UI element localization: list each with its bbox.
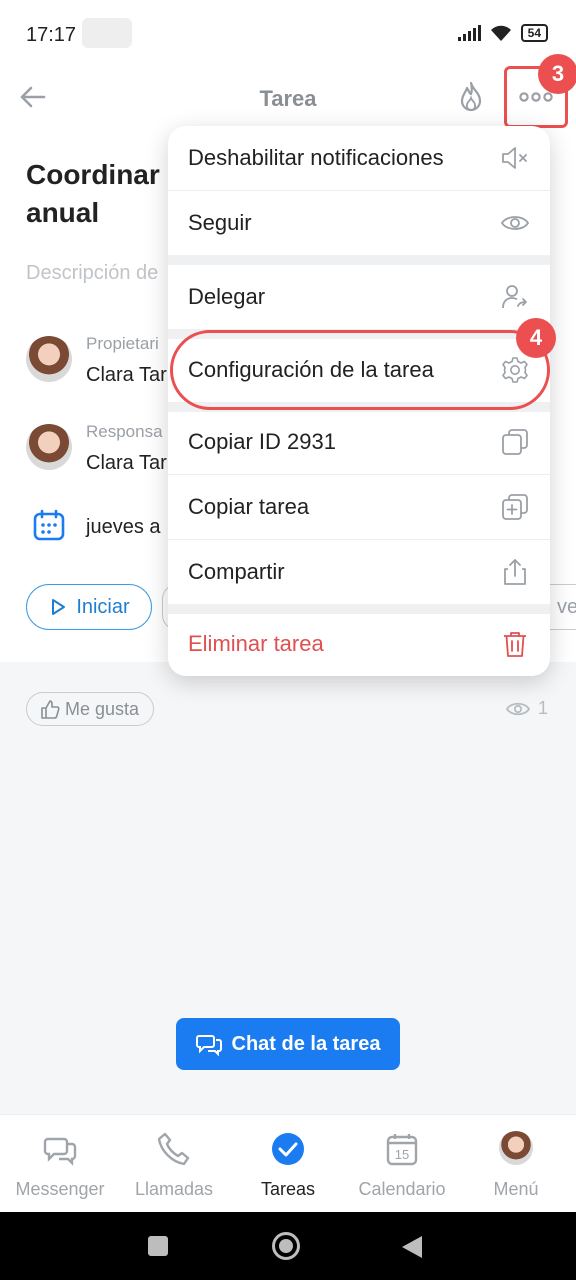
nav-calendar[interactable]: 15 Calendario	[344, 1115, 460, 1213]
status-icons: 54	[457, 24, 548, 42]
step-badge-3: 3	[538, 54, 576, 94]
start-label: Iniciar	[76, 595, 130, 618]
task-title-line2: anual	[26, 197, 100, 228]
messenger-icon	[43, 1137, 77, 1166]
eye-icon	[500, 216, 530, 230]
bottom-nav: Messenger Llamadas Tareas 15 Calendario …	[0, 1114, 576, 1212]
menu-label: Copiar ID 2931	[188, 429, 336, 454]
nav-menu[interactable]: Menú	[458, 1115, 574, 1213]
chat-icon	[195, 1035, 222, 1056]
menu-item-follow[interactable]: Seguir	[168, 191, 550, 255]
status-bar: 17:17 54	[0, 0, 576, 66]
signal-icon	[457, 25, 481, 41]
phone-icon	[157, 1132, 190, 1166]
owner-role: Propietari	[86, 334, 159, 353]
page-title: Tarea	[259, 86, 317, 111]
menu-label: Eliminar tarea	[188, 631, 324, 656]
nav-calendar-label: Calendario	[358, 1179, 446, 1199]
menu-label: Seguir	[188, 210, 252, 235]
app-header: Tarea	[0, 66, 576, 130]
copy-icon	[502, 429, 528, 455]
calendar-icon	[33, 509, 65, 541]
nav-messenger[interactable]: Messenger	[2, 1115, 118, 1213]
play-icon	[52, 599, 66, 615]
menu-label: Compartir	[188, 559, 285, 584]
share-icon	[504, 559, 526, 585]
calendar-nav-icon: 15	[386, 1134, 418, 1166]
system-nav-bar	[0, 1212, 576, 1280]
avatar	[499, 1131, 533, 1165]
menu-label: Deshabilitar notificaciones	[188, 145, 444, 170]
task-title[interactable]: Coordinar l anual	[26, 156, 175, 232]
views-number: 1	[537, 698, 548, 718]
task-title-line1: Coordinar l	[26, 159, 176, 190]
task-description-placeholder[interactable]: Descripción de	[26, 262, 158, 285]
more-dots-icon	[519, 92, 553, 102]
wifi-icon	[490, 25, 511, 41]
menu-item-share[interactable]: Compartir	[168, 540, 550, 604]
deadline-text[interactable]: jueves a	[86, 516, 161, 539]
highlight-ring	[170, 330, 550, 410]
menu-item-delete-task[interactable]: Eliminar tarea	[168, 612, 550, 676]
mute-icon	[502, 147, 527, 169]
responsible-role: Responsa	[86, 422, 163, 441]
system-back-button[interactable]	[402, 1236, 422, 1258]
menu-item-copy-task[interactable]: Copiar tarea	[168, 475, 550, 539]
menu-label: Copiar tarea	[188, 494, 310, 519]
battery-icon: 54	[520, 24, 548, 42]
owner-name: Clara Tar	[86, 364, 167, 386]
task-chat-label: Chat de la tarea	[231, 1032, 381, 1055]
nav-menu-label: Menú	[493, 1179, 539, 1199]
home-button[interactable]	[272, 1232, 300, 1260]
menu-gap	[168, 255, 550, 265]
nav-calls[interactable]: Llamadas	[116, 1115, 232, 1213]
thumbs-up-icon	[41, 700, 60, 719]
menu-item-copy-id[interactable]: Copiar ID 2931	[168, 410, 550, 474]
responsible-name: Clara Tar	[86, 452, 167, 474]
nav-calls-label: Llamadas	[134, 1179, 214, 1199]
delegate-user-icon	[502, 285, 527, 309]
copy-add-icon	[502, 494, 528, 520]
nav-tasks-label: Tareas	[260, 1179, 316, 1199]
start-button[interactable]: Iniciar	[26, 584, 152, 630]
task-chat-button[interactable]: Chat de la tarea	[176, 1018, 400, 1070]
eye-icon	[505, 702, 530, 715]
menu-item-disable-notifications[interactable]: Deshabilitar notificaciones	[168, 126, 550, 190]
status-blurred-area	[82, 18, 132, 48]
fire-icon[interactable]	[456, 80, 486, 114]
like-label: Me gusta	[65, 698, 140, 719]
recent-apps-button[interactable]	[148, 1236, 168, 1256]
avatar	[26, 424, 72, 470]
views-count: 1	[505, 698, 548, 719]
menu-item-delegate[interactable]: Delegar	[168, 265, 550, 329]
tasks-check-icon	[272, 1133, 304, 1165]
nav-tasks[interactable]: Tareas	[230, 1115, 346, 1213]
nav-messenger-label: Messenger	[15, 1179, 105, 1199]
trash-icon	[504, 632, 526, 657]
like-button[interactable]: Me gusta	[26, 692, 155, 726]
step-badge-4: 4	[516, 318, 556, 358]
svg-text:15: 15	[395, 1147, 409, 1162]
status-time: 17:17	[26, 24, 77, 46]
menu-label: Delegar	[188, 284, 266, 309]
avatar	[26, 336, 72, 382]
